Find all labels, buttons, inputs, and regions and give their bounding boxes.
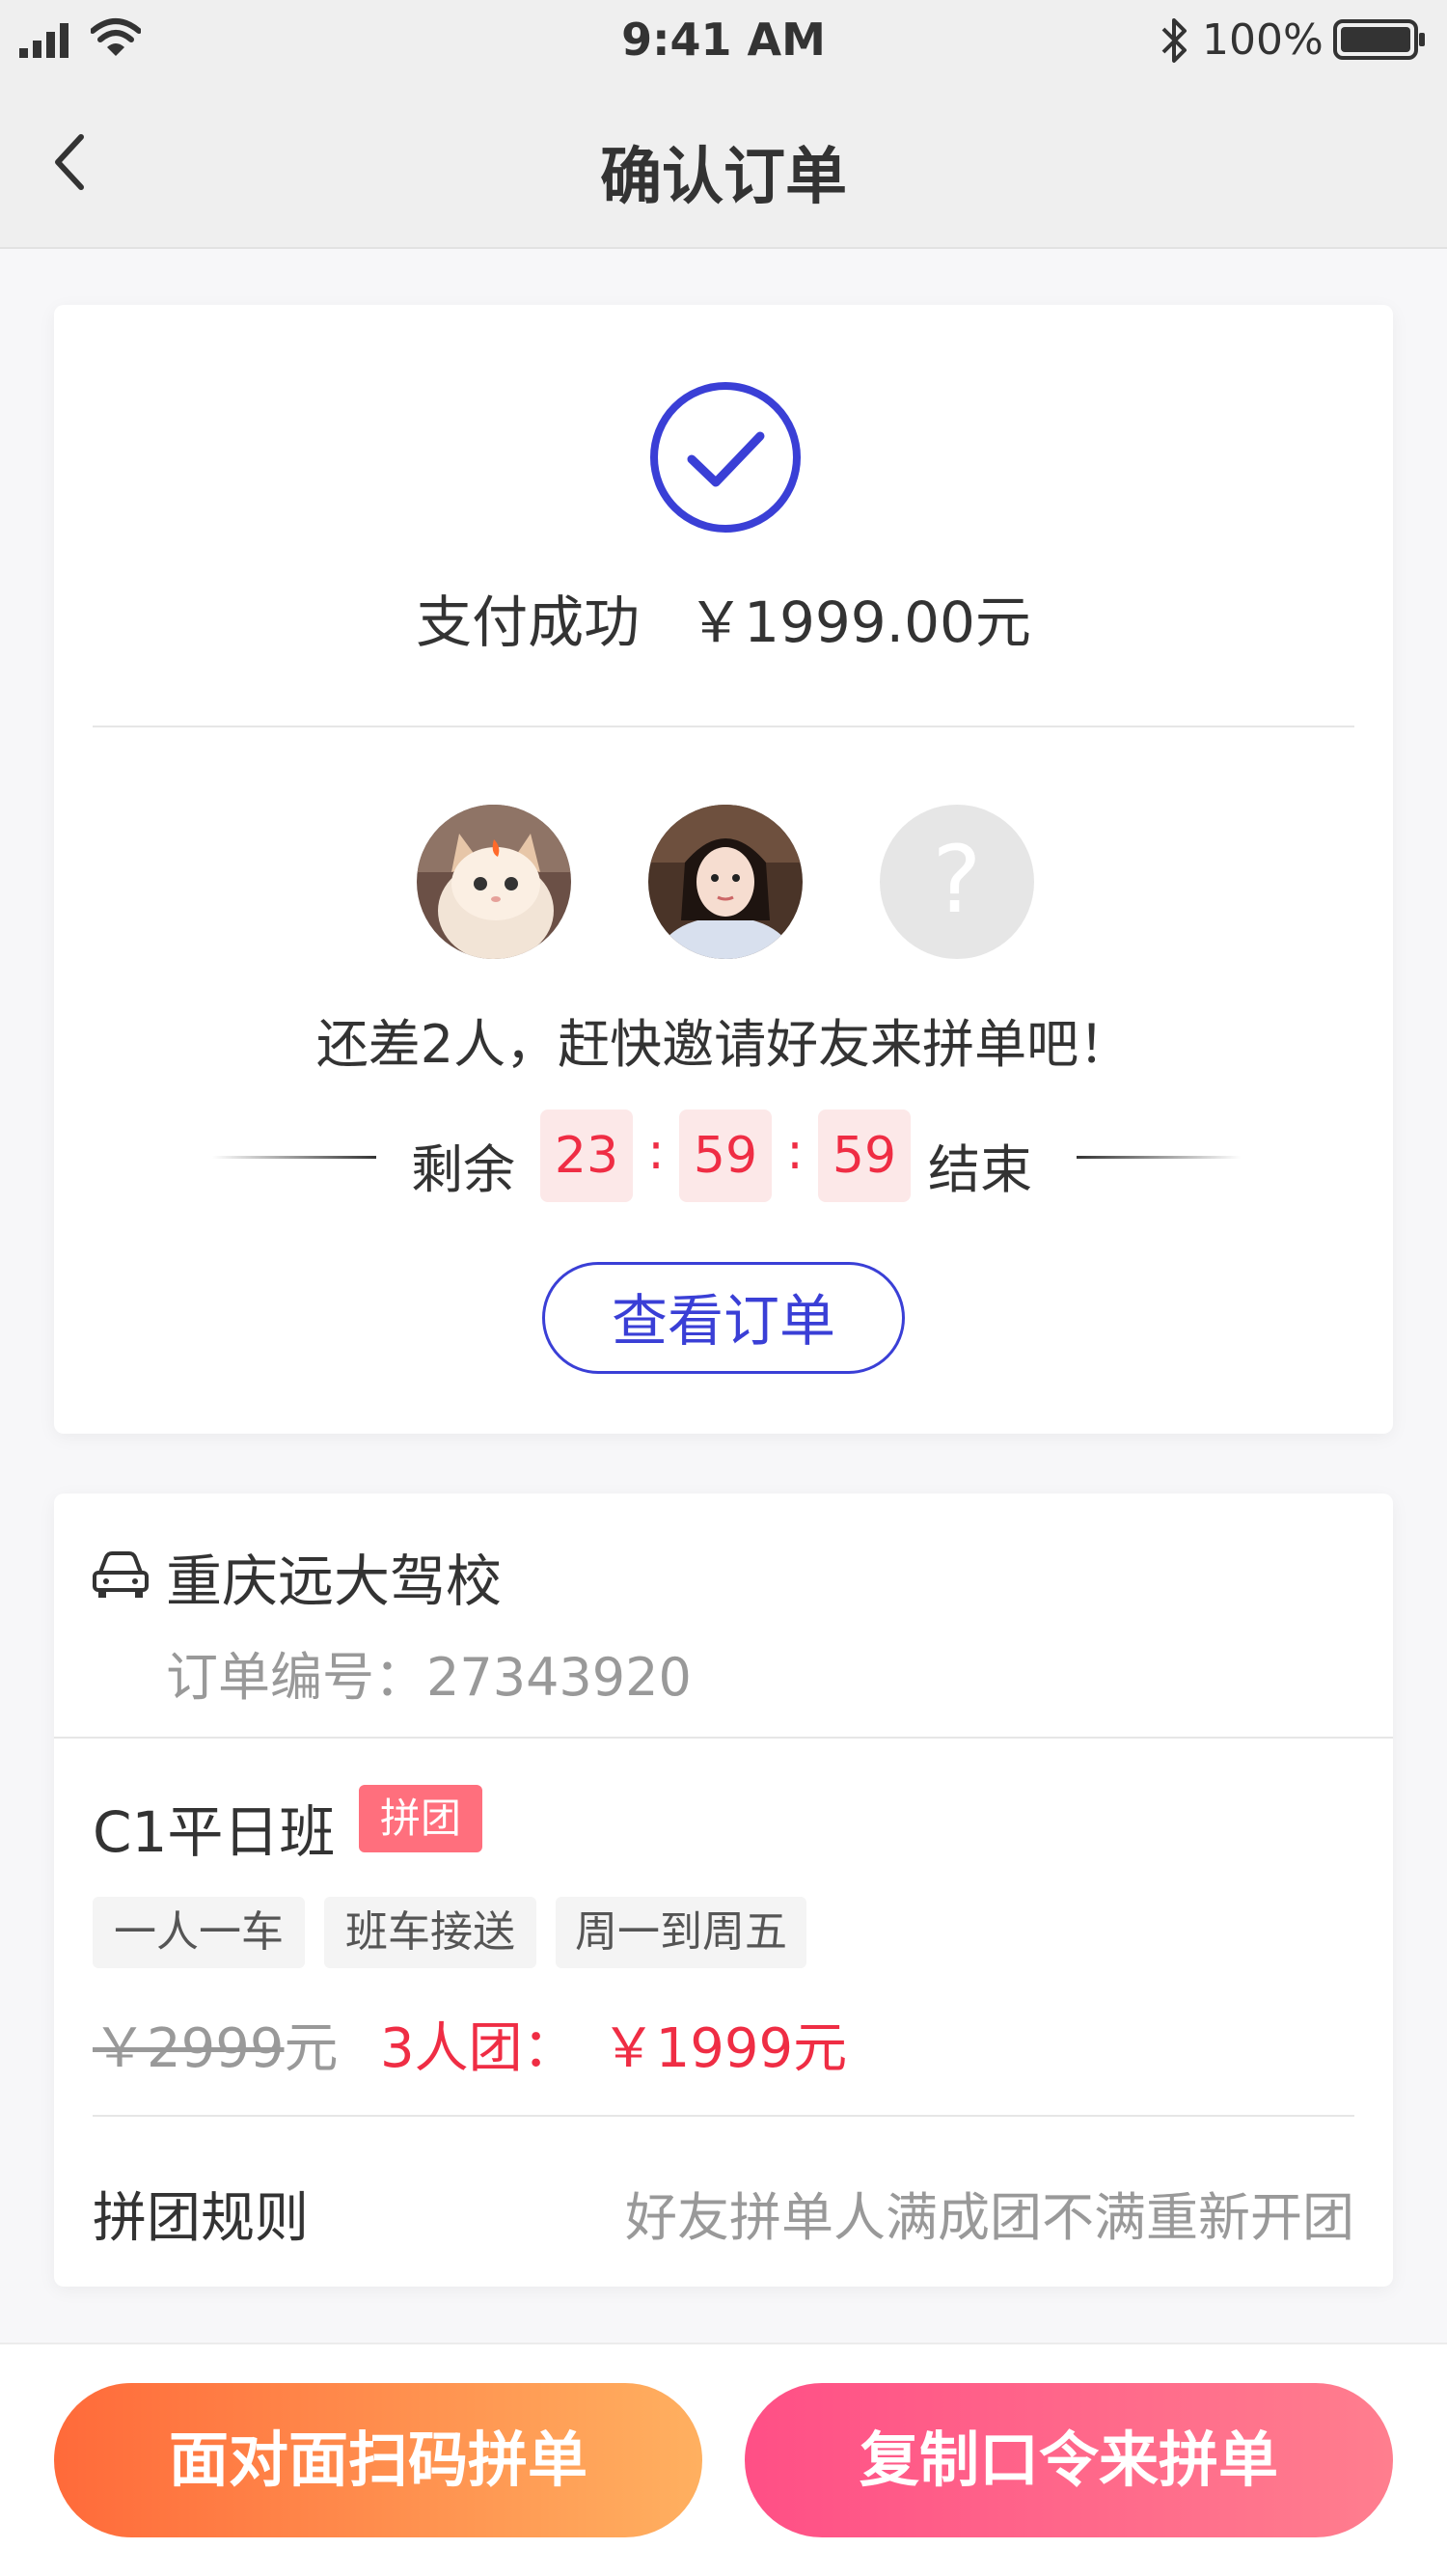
- countdown: 剩余 23 : 59 : 59 结束: [54, 1110, 1393, 1206]
- product-name: C1平日班: [93, 1799, 336, 1865]
- face-to-face-scan-button[interactable]: 面对面扫码拼单: [54, 2383, 702, 2537]
- copy-code-button[interactable]: 复制口令来拼单: [745, 2383, 1393, 2537]
- nav-bar: 确认订单: [0, 81, 1447, 249]
- school-name: 重庆远大驾校: [166, 1548, 503, 1614]
- battery-percentage: 100%: [1202, 15, 1324, 65]
- girl-avatar: [648, 805, 803, 959]
- invite-message: 还差2人，赶快邀请好友来拼单吧！: [315, 1014, 1132, 1075]
- back-button[interactable]: [39, 123, 108, 201]
- kitten-avatar: [417, 805, 571, 959]
- group-price-label: 3人团：: [380, 2017, 577, 2080]
- order-number-value: 27343920: [426, 1647, 692, 1708]
- group-rules-value: 好友拼单人满成团不满重新开团: [625, 2187, 1354, 2248]
- group-rules-label: 拼团规则: [93, 2187, 309, 2250]
- divider: [93, 2115, 1354, 2117]
- payment-status: 支付成功 ￥1999.00元: [54, 577, 1393, 658]
- payment-success-card: 支付成功 ￥1999.00元 ? 还差2人，赶快邀请好友来拼单吧！ 剩余 23 …: [54, 305, 1393, 1434]
- avatar: [417, 805, 571, 959]
- view-order-button[interactable]: 查看订单: [542, 1262, 905, 1374]
- countdown-prefix: 剩余: [411, 1139, 515, 1200]
- payment-amount: ￥1999.00元: [688, 589, 1031, 655]
- order-card: 重庆远大驾校 订单编号：27343920 C1平日班 拼团 一人一车 班车接送 …: [54, 1494, 1393, 2287]
- group-buy-badge: 拼团: [359, 1785, 482, 1852]
- divider: [93, 726, 1354, 727]
- original-price: ￥2999元: [93, 2005, 339, 2083]
- page-title: 确认订单: [600, 142, 847, 213]
- feature-tag: 周一到周五: [556, 1897, 806, 1968]
- countdown-separator: :: [786, 1123, 804, 1181]
- feature-tag: 班车接送: [324, 1897, 536, 1968]
- countdown-suffix: 结束: [928, 1139, 1032, 1200]
- car-icon: [93, 1551, 149, 1598]
- placeholder-question-mark: ?: [932, 826, 982, 934]
- decorative-line: [1077, 1156, 1241, 1159]
- avatar-placeholder: ?: [880, 805, 1034, 959]
- divider: [54, 1737, 1393, 1739]
- countdown-hours: 23: [540, 1110, 633, 1202]
- check-circle-icon: [650, 382, 801, 533]
- countdown-seconds: 59: [818, 1110, 911, 1202]
- group-price-value: ￥1999元: [601, 2017, 848, 2080]
- decorative-line: [212, 1156, 376, 1159]
- payment-status-label: 支付成功: [416, 589, 641, 655]
- avatar: [648, 805, 803, 959]
- order-number: 订单编号：27343920: [166, 1634, 692, 1711]
- bluetooth-icon: [1161, 18, 1187, 63]
- feature-tag: 一人一车: [93, 1897, 305, 1968]
- group-price: 3人团： ￥1999元: [380, 2005, 847, 2083]
- original-price-unit: 元: [284, 2017, 339, 2080]
- original-price-value: ￥2999: [93, 2017, 285, 2080]
- battery-icon: [1333, 19, 1425, 60]
- bottom-action-bar: 面对面扫码拼单 复制口令来拼单: [0, 2343, 1447, 2576]
- status-bar: 9:41 AM 100%: [0, 0, 1447, 81]
- countdown-minutes: 59: [679, 1110, 772, 1202]
- countdown-separator: :: [647, 1123, 665, 1181]
- order-number-label: 订单编号：: [166, 1647, 426, 1708]
